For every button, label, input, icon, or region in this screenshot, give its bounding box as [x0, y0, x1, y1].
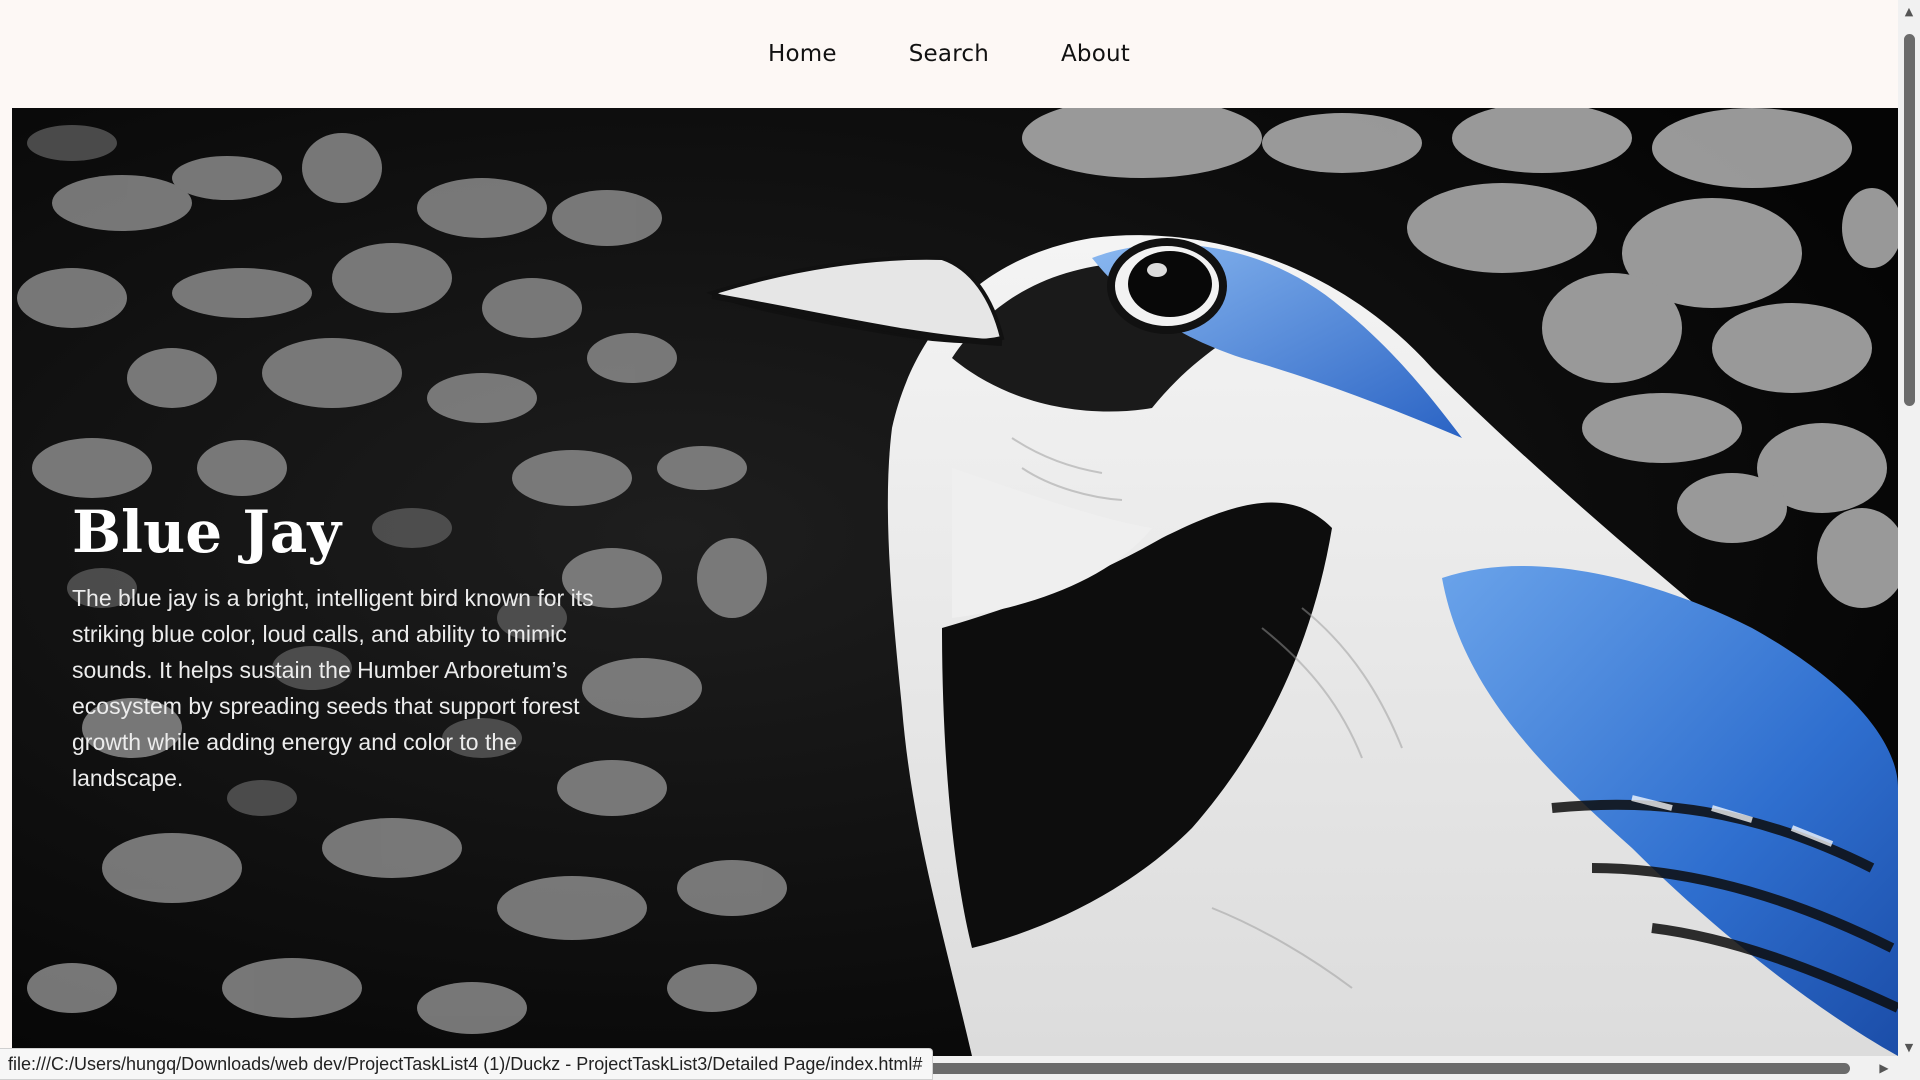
status-bar-url: file:///C:/Users/hungq/Downloads/web dev…	[0, 1048, 934, 1080]
vertical-scroll-thumb[interactable]	[1904, 34, 1915, 406]
browser-viewport: Home Search About Blue Jay The blue jay …	[0, 0, 1920, 1080]
triangle-right-icon[interactable]: ▶	[1874, 1056, 1894, 1080]
hero-text-block: Blue Jay The blue jay is a bright, intel…	[72, 498, 612, 796]
hero-title: Blue Jay	[72, 498, 342, 566]
hero-description: The blue jay is a bright, intelligent bi…	[72, 584, 594, 791]
nav-about-link[interactable]: About	[1061, 41, 1130, 67]
hero-banner: Blue Jay The blue jay is a bright, intel…	[12, 108, 1898, 1056]
nav-search-link[interactable]: Search	[909, 41, 989, 67]
triangle-up-icon[interactable]: ▲	[1898, 0, 1920, 22]
vertical-scrollbar[interactable]: ▲ ▼	[1898, 0, 1920, 1080]
nav-home-link[interactable]: Home	[768, 41, 837, 67]
top-nav: Home Search About	[0, 0, 1898, 108]
triangle-down-icon[interactable]: ▼	[1898, 1036, 1920, 1058]
